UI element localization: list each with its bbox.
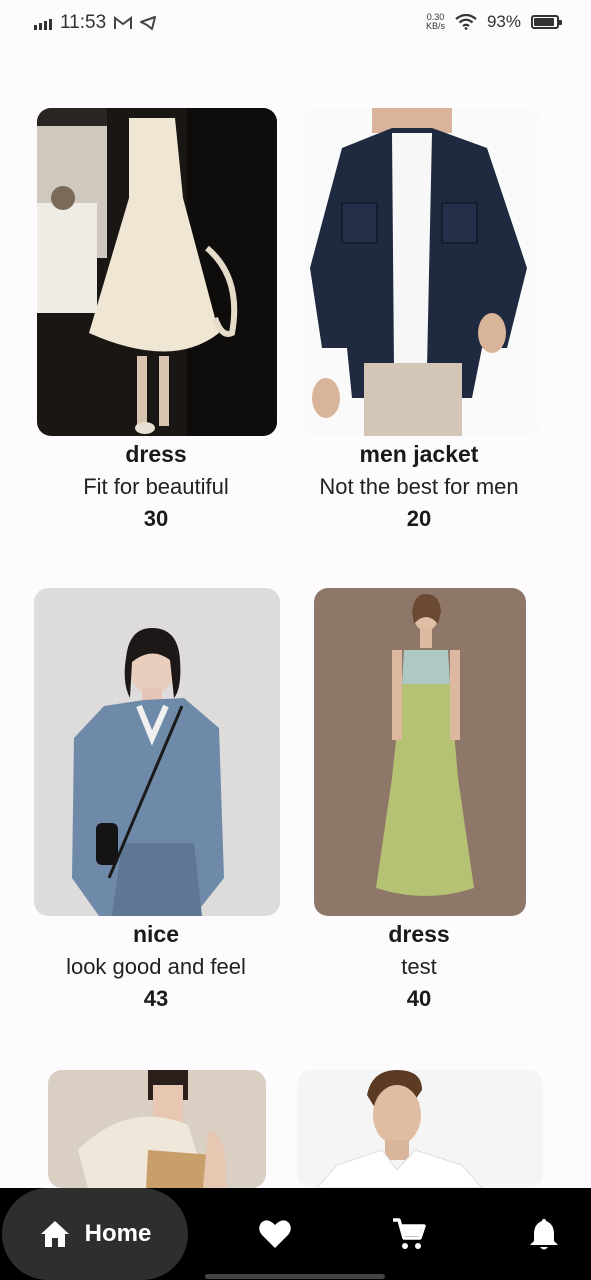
product-image[interactable]: [48, 1070, 266, 1188]
product-price: 20: [406, 506, 432, 531]
status-bar: 11:53 0.30 KB/s 93%: [0, 0, 591, 48]
bottom-navigation: Home: [0, 1188, 591, 1280]
gesture-bar: [205, 1274, 385, 1279]
product-title: men jacket: [359, 441, 479, 467]
product-description: Not the best for men: [319, 474, 519, 499]
signal-icon: [34, 16, 52, 30]
network-speed: 0.30 KB/s: [425, 12, 445, 31]
home-icon: [40, 1221, 69, 1247]
bell-icon[interactable]: [526, 1216, 562, 1252]
product-title: dress: [388, 921, 450, 947]
cart-icon[interactable]: [391, 1216, 427, 1252]
nav-home-label: Home: [84, 1220, 152, 1247]
product-card[interactable]: nice look good and feel 43: [20, 588, 292, 1018]
product-image[interactable]: [34, 588, 280, 916]
battery-icon: [531, 15, 562, 29]
battery-percent: 93%: [486, 12, 521, 31]
product-image[interactable]: [37, 108, 277, 436]
wifi-icon: [455, 14, 477, 30]
product-description: test: [401, 954, 437, 979]
product-image[interactable]: [297, 1070, 543, 1188]
product-card[interactable]: men jacket Not the best for men 20: [296, 108, 542, 538]
gmail-icon: [114, 16, 133, 29]
product-price: 40: [406, 986, 432, 1011]
product-description: look good and feel: [66, 954, 246, 979]
product-price: 30: [143, 506, 169, 531]
product-card[interactable]: dress test 40: [296, 588, 542, 1018]
telegram-icon: [140, 16, 157, 30]
product-title: dress: [125, 441, 187, 467]
nav-home-button[interactable]: Home: [2, 1188, 188, 1280]
product-image[interactable]: [314, 588, 526, 916]
product-image[interactable]: [302, 108, 542, 436]
product-card[interactable]: [297, 1070, 543, 1188]
heart-icon[interactable]: [257, 1216, 293, 1252]
product-price: 43: [143, 986, 169, 1011]
product-description: Fit for beautiful: [83, 474, 229, 499]
product-title: nice: [132, 921, 180, 947]
product-card[interactable]: [48, 1070, 266, 1188]
status-time: 11:53: [60, 12, 107, 33]
product-card[interactable]: dress Fit for beautiful 30: [20, 108, 292, 538]
